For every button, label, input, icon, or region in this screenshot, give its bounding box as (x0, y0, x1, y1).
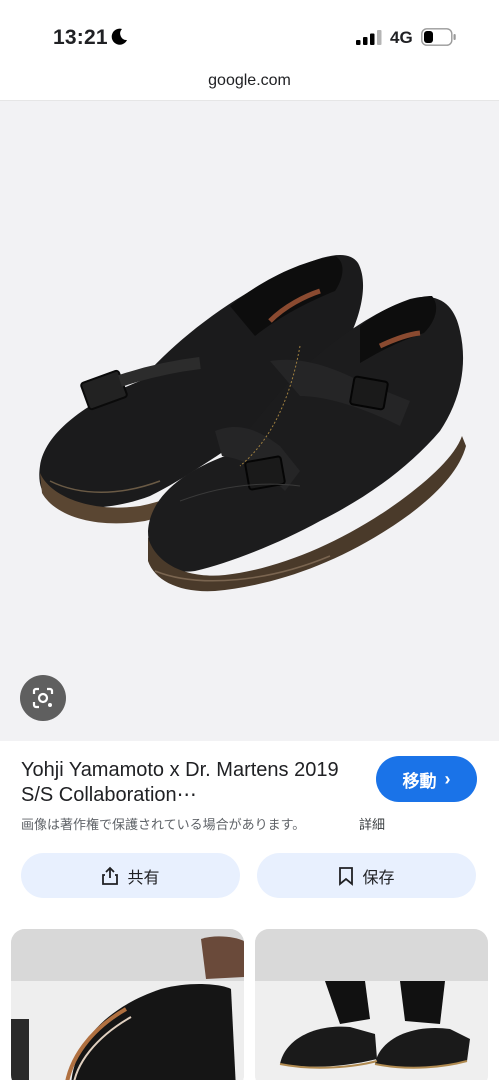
share-label: 共有 (127, 869, 160, 887)
signal-bars-icon (356, 30, 382, 45)
status-bar: 13:21 4G (0, 0, 499, 72)
share-button[interactable]: 共有 (21, 853, 240, 898)
network-type: 4G (390, 28, 413, 47)
related-image[interactable] (11, 929, 244, 1080)
bookmark-icon (339, 866, 354, 886)
address-bar[interactable]: google.com (0, 72, 499, 100)
save-button[interactable]: 保存 (257, 853, 476, 898)
details-link[interactable]: 詳細 (359, 814, 385, 833)
shoes-illustration (39, 255, 466, 592)
related-image[interactable] (255, 929, 488, 1080)
url-domain: google.com (208, 72, 291, 89)
moon-icon (111, 28, 127, 45)
copyright-notice: 画像は著作権で保護されている場合があります。 (21, 817, 306, 832)
visit-label: 移動 (402, 771, 437, 791)
result-title[interactable]: Yohji Yamamoto x Dr. Martens 2019 S/S Co… (21, 758, 361, 808)
save-label: 保存 (362, 869, 395, 887)
share-icon (102, 866, 119, 885)
related-shoe-closeup (11, 929, 244, 1080)
battery-icon (421, 28, 456, 46)
visit-button[interactable]: 移動 › (376, 756, 477, 802)
clock: 13:21 (53, 26, 108, 49)
chevron-right-icon: › (444, 768, 451, 789)
main-image[interactable] (0, 101, 499, 741)
lens-icon (32, 687, 54, 709)
related-shoes-worn (255, 929, 488, 1080)
lens-search-button[interactable] (20, 675, 66, 721)
